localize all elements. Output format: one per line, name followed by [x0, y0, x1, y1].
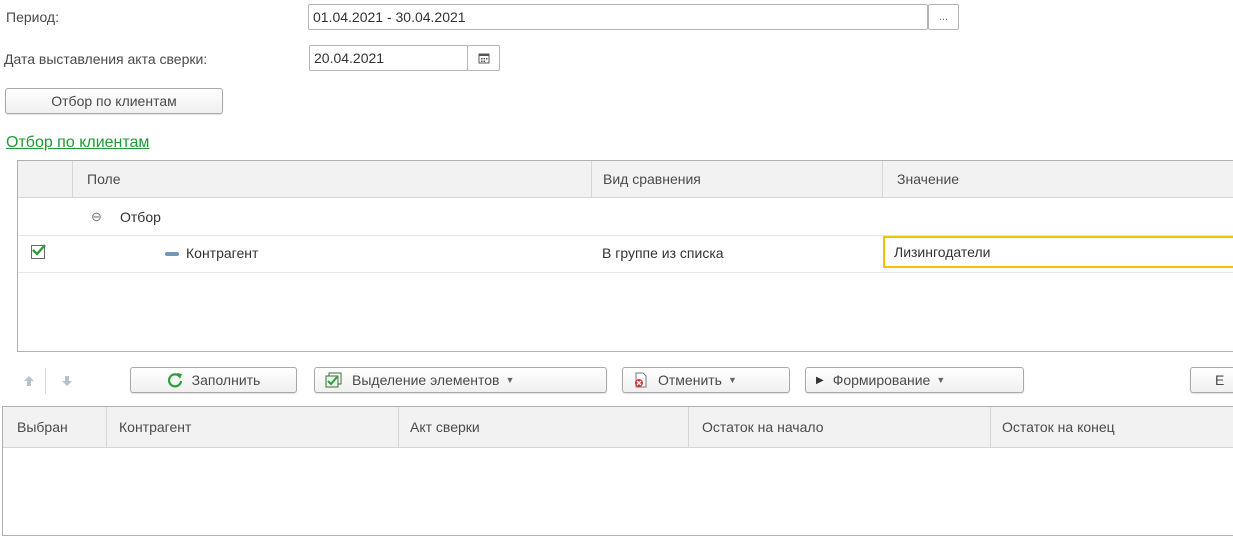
act-date-label: Дата выставления акта сверки: — [4, 51, 208, 67]
fill-button[interactable]: Заполнить — [130, 367, 297, 393]
main-table-header: Выбран Контрагент Акт сверки Остаток на … — [3, 407, 1233, 448]
arrow-up-icon — [24, 376, 34, 386]
column-header-value[interactable]: Значение — [882, 161, 1233, 197]
select-elements-icon — [325, 372, 343, 388]
select-elements-button[interactable]: Выделение элементов ▼ — [314, 367, 607, 393]
filter-group-label: Отбор — [120, 209, 161, 225]
chevron-down-icon: ▼ — [936, 375, 946, 385]
chevron-down-icon: ▼ — [505, 375, 515, 385]
ellipsis-icon: ... — [938, 11, 949, 23]
period-label: Период: — [6, 9, 59, 25]
chevron-down-icon: ▼ — [727, 375, 737, 385]
filter-table[interactable]: Поле Вид сравнения Значение ⊖ Отбор Конт… — [17, 160, 1233, 352]
column-header-comparison[interactable]: Вид сравнения — [591, 161, 883, 197]
condition-value-cell[interactable]: Лизингодатели — [883, 236, 1233, 268]
forming-label: Формирование — [832, 372, 931, 388]
condition-checkbox[interactable] — [31, 244, 46, 259]
column-header-field[interactable]: Поле — [72, 161, 604, 197]
act-date-input[interactable] — [309, 45, 468, 71]
cancel-button[interactable]: Отменить ▼ — [622, 367, 790, 393]
more-button[interactable]: Е — [1190, 367, 1233, 393]
calendar-icon — [478, 53, 489, 64]
filter-by-clients-button[interactable]: Отбор по клиентам — [5, 88, 223, 114]
field-dash-icon — [165, 252, 179, 256]
move-down-button[interactable] — [56, 370, 78, 392]
forming-button[interactable]: ▶ Формирование ▼ — [805, 367, 1024, 393]
column-header-selected[interactable]: Выбран — [3, 407, 106, 447]
arrow-down-icon — [62, 376, 72, 386]
checkmark-icon — [32, 244, 46, 256]
condition-field: Контрагент — [186, 245, 259, 261]
move-up-button[interactable] — [18, 370, 40, 392]
calendar-button[interactable] — [467, 45, 500, 71]
condition-comparison[interactable]: В группе из списка — [602, 245, 724, 261]
refresh-icon — [167, 372, 183, 388]
period-select-button[interactable]: ... — [928, 4, 959, 30]
cancel-document-icon — [633, 372, 649, 388]
column-header-opening-balance[interactable]: Остаток на начало — [688, 407, 990, 447]
filter-by-clients-link[interactable]: Отбор по клиентам — [6, 134, 149, 152]
period-input[interactable] — [308, 4, 928, 30]
filter-condition-row[interactable]: Контрагент В группе из списка Лизингодат… — [18, 235, 1233, 273]
more-button-label: Е — [1215, 372, 1225, 388]
fill-button-label: Заполнить — [191, 372, 261, 388]
condition-value: Лизингодатели — [894, 244, 991, 260]
main-table[interactable]: Выбран Контрагент Акт сверки Остаток на … — [2, 406, 1233, 536]
column-header-reconciliation-act[interactable]: Акт сверки — [398, 407, 688, 447]
collapse-icon[interactable]: ⊖ — [91, 209, 102, 225]
filter-group-row[interactable]: ⊖ Отбор — [18, 199, 1233, 236]
filter-table-header: Поле Вид сравнения Значение — [18, 161, 1233, 198]
select-elements-label: Выделение элементов — [352, 372, 500, 388]
column-header-closing-balance[interactable]: Остаток на конец — [990, 407, 1233, 447]
toolbar-divider — [45, 368, 46, 394]
play-icon: ▶ — [816, 374, 824, 386]
column-header-counterparty[interactable]: Контрагент — [106, 407, 398, 447]
cancel-label: Отменить — [658, 372, 722, 388]
